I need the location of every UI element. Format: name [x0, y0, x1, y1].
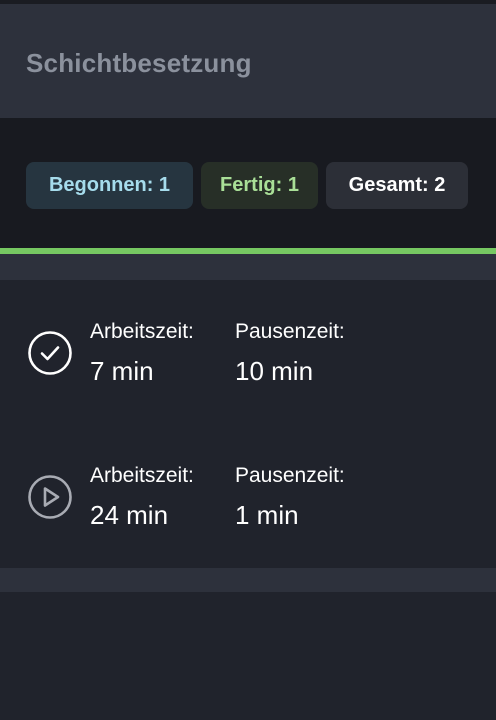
started-count-badge[interactable]: Begonnen: 1	[26, 162, 193, 209]
break-time-label: Pausenzeit:	[235, 464, 345, 487]
break-time-label: Pausenzeit:	[235, 320, 345, 343]
page-title: Schichtbesetzung	[26, 48, 252, 78]
total-count-badge[interactable]: Gesamt: 2	[326, 162, 468, 209]
work-time-label: Arbeitszeit:	[90, 320, 194, 343]
break-time-value: 10 min	[235, 356, 314, 386]
work-time-label: Arbeitszeit:	[90, 464, 194, 487]
check-circle-icon	[28, 331, 72, 375]
play-circle-icon	[28, 475, 72, 519]
list-item[interactable]: Arbeitszeit: 24 min Pausenzeit: 1 min	[0, 424, 496, 568]
done-count-badge[interactable]: Fertig: 1	[201, 162, 318, 209]
list-item[interactable]: Arbeitszeit: 7 min Pausenzeit: 10 min	[0, 280, 496, 424]
empty-area	[0, 592, 496, 720]
shift-entry-list: Arbeitszeit: 7 min Pausenzeit: 10 min Ar…	[0, 280, 496, 568]
section-divider-top	[0, 254, 496, 280]
section-divider-bottom	[0, 568, 496, 592]
stats-bar: Begonnen: 1 Fertig: 1 Gesamt: 2	[0, 118, 496, 248]
work-time-value: 24 min	[90, 500, 169, 530]
header: Schichtbesetzung	[0, 4, 496, 118]
break-time-value: 1 min	[235, 500, 299, 530]
work-time-value: 7 min	[90, 356, 154, 386]
